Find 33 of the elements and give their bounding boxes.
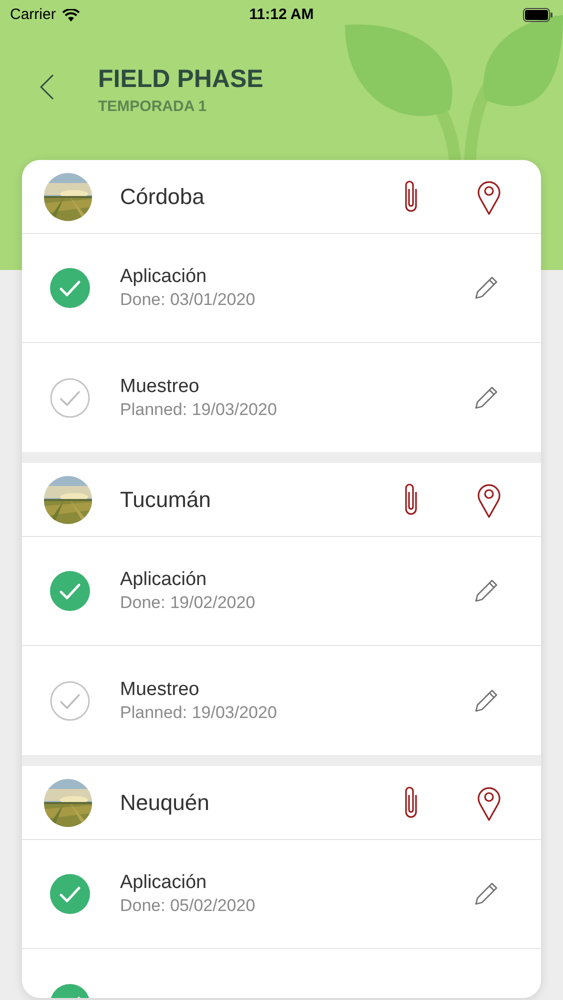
location-pin-icon[interactable] — [477, 178, 501, 214]
field-name[interactable]: Neuquén — [120, 786, 210, 819]
wifi-icon — [62, 8, 80, 22]
carrier-label: Carrier — [10, 4, 56, 25]
page-subtitle: TEMPORADA 1 — [98, 97, 208, 117]
check-circle-icon[interactable] — [50, 571, 90, 611]
field-name[interactable]: Córdoba — [120, 180, 204, 213]
status-time: 11:12 AM — [249, 4, 314, 25]
location-pin-icon[interactable] — [477, 784, 501, 820]
pencil-icon[interactable] — [473, 275, 499, 301]
check-circle-icon[interactable] — [50, 378, 90, 418]
pencil-icon[interactable] — [473, 384, 499, 410]
battery-icon — [523, 8, 553, 22]
task-date: Done: 03/01/2020 — [120, 289, 256, 311]
back-icon[interactable] — [40, 74, 54, 100]
pencil-icon[interactable] — [473, 578, 499, 604]
check-circle-icon[interactable] — [50, 680, 90, 720]
check-circle-icon[interactable] — [50, 874, 90, 914]
task-date: Done: 19/02/2020 — [120, 592, 256, 614]
check-circle-icon[interactable] — [50, 268, 90, 308]
task-title: Muestreo — [120, 374, 200, 398]
location-pin-icon[interactable] — [477, 482, 501, 518]
pencil-icon[interactable] — [473, 881, 499, 907]
page-title: FIELD PHASE — [98, 64, 264, 94]
task-title: Aplicación — [120, 871, 208, 895]
pencil-icon[interactable] — [473, 688, 499, 714]
task-date: Done: 05/02/2020 — [120, 895, 256, 917]
task-title: Muestreo — [120, 678, 200, 702]
task-date: Planned: 19/03/2020 — [120, 398, 277, 420]
task-title: Aplicación — [120, 265, 208, 289]
task-title: Aplicación — [120, 568, 208, 592]
task-date: Planned: 19/03/2020 — [120, 702, 277, 724]
field-name[interactable]: Tucumán — [120, 483, 211, 516]
